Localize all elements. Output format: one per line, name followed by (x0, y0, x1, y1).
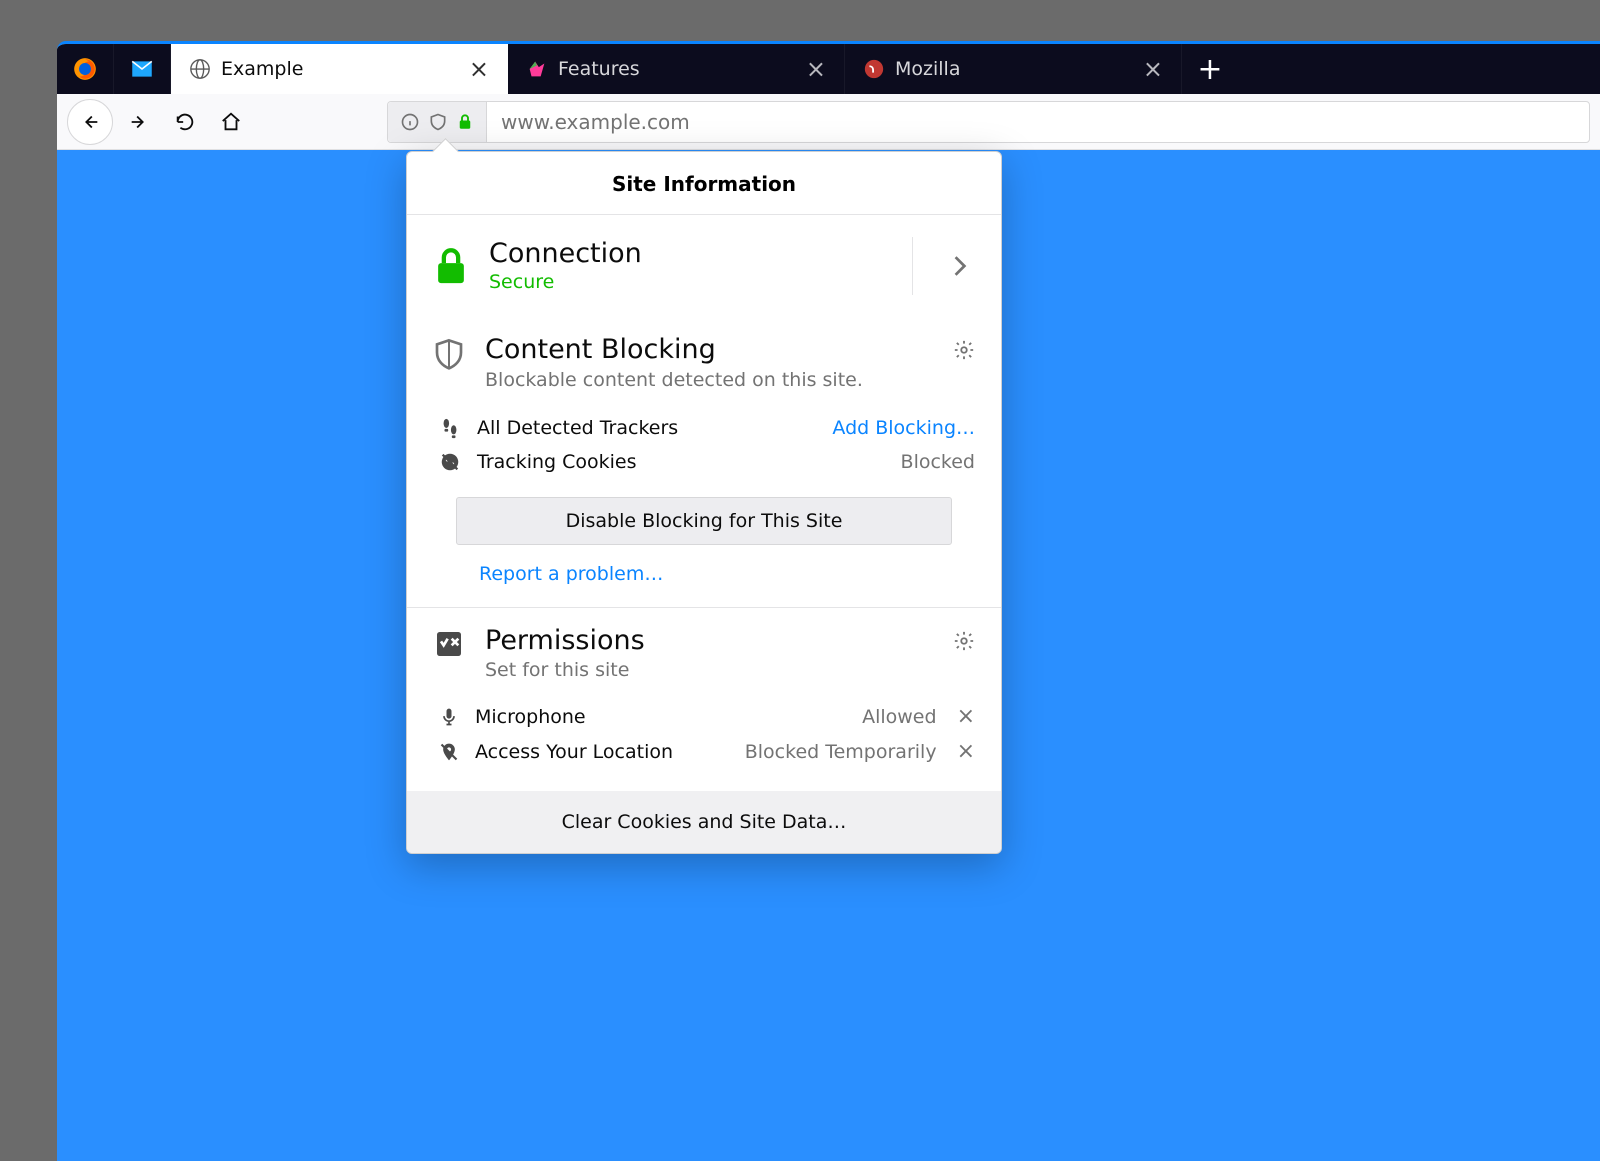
mozilla-icon (863, 58, 885, 80)
permission-label: Microphone (475, 706, 846, 728)
globe-icon (189, 58, 211, 80)
tab-strip: Example × Features × Mozilla × + (57, 44, 1600, 94)
cookie-blocked-icon (439, 451, 461, 473)
permission-row-location: Access Your Location Blocked Temporarily… (439, 734, 975, 769)
footprints-icon (439, 417, 461, 439)
cookies-status: Blocked (901, 451, 975, 473)
cookies-row: Tracking Cookies Blocked (439, 445, 975, 479)
content-blocking-heading: Content Blocking (485, 335, 933, 365)
tab-label: Mozilla (895, 58, 960, 80)
microphone-icon (439, 706, 459, 728)
url-bar[interactable]: www.example.com (387, 101, 1590, 143)
connection-heading: Connection (489, 239, 892, 269)
permissions-heading: Permissions (485, 626, 933, 656)
connection-text: Connection Secure (489, 239, 892, 293)
mail-icon (129, 56, 155, 82)
reload-button[interactable] (165, 102, 205, 142)
new-tab-button[interactable]: + (1182, 44, 1238, 94)
back-button[interactable] (67, 99, 113, 145)
close-icon[interactable]: × (806, 55, 826, 83)
arrow-left-icon (79, 111, 101, 133)
disable-blocking-button[interactable]: Disable Blocking for This Site (456, 497, 952, 545)
navigation-toolbar: www.example.com (57, 94, 1600, 150)
tracker-row: All Detected Trackers Add Blocking… (439, 411, 975, 445)
lock-icon (456, 113, 474, 131)
connection-status: Secure (489, 271, 892, 293)
close-icon[interactable]: × (469, 55, 489, 83)
site-info-popup: Site Information Connection Secure (406, 151, 1002, 854)
lock-icon (433, 246, 469, 286)
report-problem-link[interactable]: Report a problem… (479, 563, 663, 585)
firefox-icon (72, 56, 98, 82)
remove-permission-button[interactable]: × (953, 704, 975, 729)
permission-status: Blocked Temporarily (745, 741, 937, 763)
gear-icon[interactable] (953, 335, 975, 361)
identity-box[interactable] (388, 102, 487, 142)
tab-example[interactable]: Example × (171, 44, 508, 94)
browser-window: Example × Features × Mozilla × + (57, 41, 1600, 1161)
chevron-right-icon (933, 255, 975, 277)
arrow-right-icon (128, 111, 150, 133)
add-blocking-link[interactable]: Add Blocking… (832, 417, 975, 439)
reload-icon (174, 111, 196, 133)
permission-label: Access Your Location (475, 741, 729, 763)
content-blocking-sub: Blockable content detected on this site. (485, 369, 933, 391)
popup-title: Site Information (407, 152, 1001, 215)
tab-features[interactable]: Features × (508, 44, 845, 94)
content-blocking-section: Content Blocking Blockable content detec… (407, 317, 1001, 608)
pinned-tabs (57, 44, 171, 94)
home-icon (220, 111, 242, 133)
remove-permission-button[interactable]: × (953, 739, 975, 764)
location-blocked-icon (439, 741, 459, 763)
clear-cookies-button[interactable]: Clear Cookies and Site Data… (407, 791, 1001, 853)
tab-label: Example (221, 58, 303, 80)
home-button[interactable] (211, 102, 251, 142)
permissions-section: Permissions Set for this site Microphone… (407, 608, 1001, 792)
permission-status: Allowed (862, 706, 936, 728)
url-text: www.example.com (487, 110, 704, 134)
tab-label: Features (558, 58, 640, 80)
forward-button[interactable] (119, 102, 159, 142)
pinned-tab-firefox[interactable] (57, 44, 114, 94)
features-icon (526, 58, 548, 80)
shield-icon (433, 335, 465, 373)
close-icon[interactable]: × (1143, 55, 1163, 83)
permissions-sub: Set for this site (485, 659, 933, 681)
permissions-icon (433, 626, 465, 660)
pinned-tab-mail[interactable] (114, 44, 171, 94)
gear-icon[interactable] (953, 626, 975, 652)
info-icon (400, 112, 420, 132)
divider (912, 237, 913, 295)
shield-icon (428, 112, 448, 132)
tab-mozilla[interactable]: Mozilla × (845, 44, 1182, 94)
tracker-label: All Detected Trackers (477, 417, 816, 439)
connection-section[interactable]: Connection Secure (407, 215, 1001, 317)
cookies-label: Tracking Cookies (477, 451, 885, 473)
permission-row-microphone: Microphone Allowed × (439, 699, 975, 734)
